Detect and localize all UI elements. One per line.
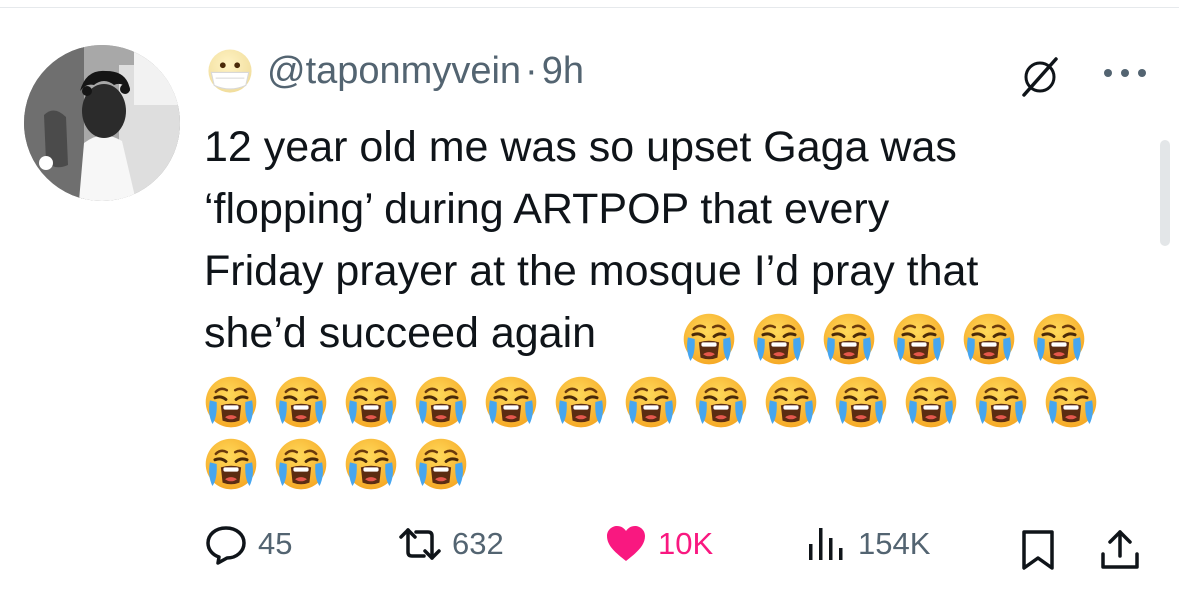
loudly-crying-face-icon: [974, 375, 1028, 429]
loudly-crying-face-icon: [764, 375, 818, 429]
emoji-line-1: [682, 312, 1102, 366]
tweet-header: @taponmyvein · 9h: [207, 46, 584, 96]
emoji-line-2: [204, 375, 1104, 429]
separator-dot: ·: [525, 50, 538, 92]
author-handle[interactable]: @taponmyvein: [267, 52, 521, 90]
loudly-crying-face-icon: [892, 312, 946, 366]
more-icon[interactable]: [1102, 67, 1148, 79]
loudly-crying-face-icon: [344, 437, 398, 491]
loudly-crying-face-icon: [344, 375, 398, 429]
share-icon[interactable]: [1098, 528, 1142, 572]
repost-button[interactable]: 632: [398, 522, 504, 566]
loudly-crying-face-icon: [484, 375, 538, 429]
reply-count: 45: [258, 526, 293, 561]
loudly-crying-face-icon: [274, 437, 328, 491]
bookmark-icon[interactable]: [1016, 528, 1060, 572]
loudly-crying-face-icon: [834, 375, 888, 429]
like-button[interactable]: 10K: [604, 522, 713, 566]
loudly-crying-face-icon: [1032, 312, 1086, 366]
loudly-crying-face-icon: [554, 375, 608, 429]
null-icon[interactable]: [1018, 55, 1062, 99]
tweet-time[interactable]: 9h: [542, 52, 584, 90]
loudly-crying-face-icon: [962, 312, 1016, 366]
loudly-crying-face-icon: [682, 312, 736, 366]
loudly-crying-face-icon: [904, 375, 958, 429]
avatar[interactable]: [24, 45, 180, 201]
loudly-crying-face-icon: [414, 437, 468, 491]
repost-count: 632: [452, 526, 504, 561]
emoji-line-3: [204, 437, 484, 491]
loudly-crying-face-icon: [624, 375, 678, 429]
views-button[interactable]: 154K: [804, 522, 930, 566]
loudly-crying-face-icon: [694, 375, 748, 429]
action-bar: 45 632 10K 154K: [0, 522, 1179, 578]
loudly-crying-face-icon: [204, 375, 258, 429]
loudly-crying-face-icon: [1044, 375, 1098, 429]
face-with-medical-mask-icon: [208, 49, 252, 93]
top-divider: [0, 7, 1179, 8]
scrollbar[interactable]: [1160, 140, 1170, 246]
loudly-crying-face-icon: [274, 375, 328, 429]
user-avatar-photo-icon: [24, 45, 180, 201]
loudly-crying-face-icon: [414, 375, 468, 429]
loudly-crying-face-icon: [752, 312, 806, 366]
heart-icon: [607, 526, 645, 561]
view-count: 154K: [858, 526, 931, 561]
views-icon: [809, 528, 843, 560]
reply-button[interactable]: 45: [204, 522, 292, 566]
reply-icon: [206, 526, 246, 565]
loudly-crying-face-icon: [822, 312, 876, 366]
repost-icon: [399, 528, 441, 560]
loudly-crying-face-icon: [204, 437, 258, 491]
like-count: 10K: [658, 526, 714, 561]
